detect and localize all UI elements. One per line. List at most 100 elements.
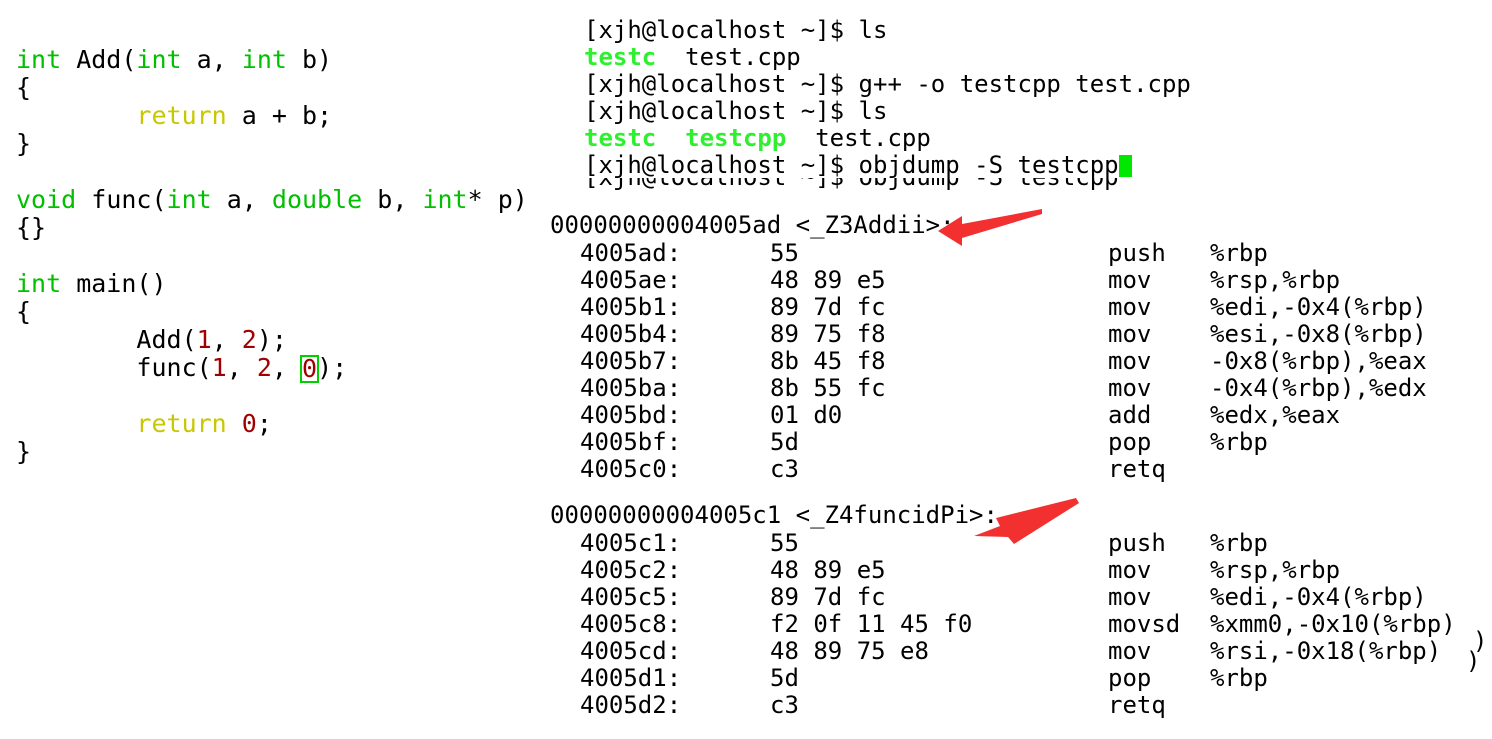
instruction-operands: %edi,-0x4(%rbp) bbox=[1210, 293, 1427, 321]
code-token-5-0: void bbox=[16, 185, 77, 214]
disassembly-row: 4005cd: 48 89 75 e8 mov %rsi,-0x18(%rbp) bbox=[548, 638, 1492, 665]
code-line-6: void func(int a, double b, int* p) bbox=[16, 186, 528, 214]
code-token-11-3: 2 bbox=[256, 353, 272, 382]
code-token-5-6: int bbox=[422, 185, 468, 214]
code-token-1-0: { bbox=[16, 73, 32, 102]
shell-command: g++ -o testcpp test.cpp bbox=[858, 70, 1191, 98]
terminal-window[interactable]: [xjh@localhost ~]$ ls testc test.cpp [xjh@… bbox=[548, 0, 1492, 739]
code-line-7: {} bbox=[16, 214, 46, 242]
ls-entry-0: testc bbox=[584, 124, 657, 152]
instruction-bytes: 5d bbox=[770, 664, 799, 692]
code-token-5-2: int bbox=[166, 185, 212, 214]
terminal-line-2: testc test.cpp bbox=[584, 44, 801, 71]
code-token-11-2: , bbox=[226, 353, 257, 382]
code-line-1: int Add(int a, int b) bbox=[16, 46, 332, 74]
instruction-mnemonic: retq bbox=[1108, 691, 1166, 719]
instruction-address: 4005ae: bbox=[580, 266, 682, 294]
ls-entry-1 bbox=[656, 124, 685, 152]
ls-entry-3: test.cpp bbox=[786, 124, 931, 152]
arrow-to-z4funcidpi bbox=[974, 498, 1079, 544]
instruction-bytes: 8b 55 fc bbox=[770, 374, 886, 402]
code-token-3-0: } bbox=[16, 129, 32, 158]
disassembly-row: 4005b1: 89 7d fc mov %edi,-0x4(%rbp) bbox=[548, 294, 1492, 321]
code-token-2-2: a + b; bbox=[226, 101, 333, 130]
ls-entry-0: testc bbox=[584, 43, 657, 71]
instruction-bytes: c3 bbox=[770, 455, 799, 483]
instruction-operands: %rbp bbox=[1210, 664, 1268, 692]
disassembly-row: 4005ae: 48 89 e5 mov %rsp,%rbp bbox=[548, 267, 1492, 294]
code-token-0-3: a, bbox=[181, 45, 242, 74]
ls-entry-2: testcpp bbox=[685, 124, 787, 152]
instruction-address: 4005b7: bbox=[580, 347, 682, 375]
code-token-10-3: 2 bbox=[241, 325, 257, 354]
code-token-10-0: Add( bbox=[16, 325, 197, 354]
instruction-bytes: 48 89 75 e8 bbox=[770, 637, 929, 665]
code-line-9: int main() bbox=[16, 270, 167, 298]
code-line-4: } bbox=[16, 130, 31, 158]
code-token-0-4: int bbox=[241, 45, 287, 74]
terminal-line-3: [xjh@localhost ~]$ g++ -o testcpp test.c… bbox=[584, 71, 1191, 98]
shell-prompt: [xjh@localhost ~]$ bbox=[584, 70, 859, 98]
instruction-mnemonic: mov bbox=[1108, 374, 1152, 402]
disassembly-symbol-header: 00000000004005c1 <_Z4funcidPi>: bbox=[550, 501, 998, 529]
instruction-address: 4005c5: bbox=[580, 583, 682, 611]
disassembly-row: 4005c0: c3 retq bbox=[548, 456, 1492, 483]
code-line-2: { bbox=[16, 74, 31, 102]
instruction-address: 4005b1: bbox=[580, 293, 682, 321]
instruction-address: 4005bf: bbox=[580, 428, 682, 456]
terminal-line-1: [xjh@localhost ~]$ ls bbox=[584, 17, 887, 44]
code-token-5-4: double bbox=[271, 185, 363, 214]
terminal-cursor bbox=[1118, 155, 1132, 177]
code-token-5-7: * p) bbox=[467, 185, 528, 214]
code-token-8-0: int bbox=[16, 269, 62, 298]
instruction-operands: %edi,-0x4(%rbp) bbox=[1210, 583, 1427, 611]
instruction-address: 4005bd: bbox=[580, 401, 682, 429]
instruction-bytes: 48 89 e5 bbox=[770, 556, 886, 584]
code-token-0-1: Add( bbox=[61, 45, 137, 74]
source-code-editor[interactable]: int Add( int a, int b) { return a + b;} vo… bbox=[0, 0, 540, 739]
instruction-operands: %esi,-0x8(%rbp) bbox=[1210, 320, 1427, 348]
code-token-0-5: b) bbox=[286, 45, 333, 74]
instruction-mnemonic: movsd bbox=[1108, 610, 1181, 638]
code-line-3: return a + b; bbox=[16, 102, 332, 130]
code-token-13-3: 0 bbox=[241, 409, 257, 438]
arrow-to-z3addii bbox=[938, 209, 1042, 246]
instruction-bytes: 01 d0 bbox=[770, 401, 843, 429]
instruction-mnemonic: push bbox=[1108, 529, 1166, 557]
disassembly-row: 4005d2: c3 retq bbox=[548, 692, 1492, 719]
instruction-bytes: f2 0f 11 45 f0 bbox=[770, 610, 973, 638]
terminal-line-6: [xjh@localhost ~]$ objdump -S testcpp bbox=[584, 152, 1132, 179]
disassembly-row: 4005c8: f2 0f 11 45 f0 movsd %xmm0,-0x10(%r… bbox=[548, 611, 1492, 638]
instruction-bytes: 48 89 e5 bbox=[770, 266, 886, 294]
instruction-address: 4005c1: bbox=[580, 529, 682, 557]
instruction-operands: %rbp bbox=[1210, 239, 1268, 267]
code-token-2-0 bbox=[16, 101, 136, 130]
instruction-address: 4005c8: bbox=[580, 610, 682, 638]
disassembly-block-1: 00000000004005ad <_Z3Addii>: 4005ad: 55 pus… bbox=[548, 211, 1492, 483]
instruction-bytes: 89 7d fc bbox=[770, 583, 886, 611]
shell-command: ls bbox=[858, 16, 888, 44]
disassembly-row: 4005bd: 01 d0 add %edx,%eax bbox=[548, 402, 1492, 429]
code-token-10-1: 1 bbox=[196, 325, 212, 354]
code-token-11-5: 0 bbox=[302, 354, 318, 383]
instruction-bytes: 8b 45 f8 bbox=[770, 347, 886, 375]
shell-command: ls bbox=[858, 97, 888, 125]
code-line-15: } bbox=[16, 438, 31, 466]
instruction-mnemonic: mov bbox=[1108, 347, 1152, 375]
instruction-address: 4005c2: bbox=[580, 556, 682, 584]
terminal-line-4: [xjh@localhost ~]$ ls bbox=[584, 98, 887, 125]
clipped-operand-fragment: ) bbox=[1466, 648, 1481, 675]
cursor-highlight-box: 0 bbox=[300, 354, 320, 383]
shell-command: objdump -S testcpp bbox=[858, 151, 1119, 179]
disassembly-row: 4005bf: 5d pop %rbp bbox=[548, 429, 1492, 456]
instruction-mnemonic: mov bbox=[1108, 293, 1152, 321]
instruction-mnemonic: mov bbox=[1108, 266, 1152, 294]
code-token-13-0 bbox=[16, 409, 136, 438]
terminal-line-5: testc testcpp test.cpp bbox=[584, 125, 931, 152]
instruction-mnemonic: push bbox=[1108, 239, 1166, 267]
instruction-address: 4005c0: bbox=[580, 455, 682, 483]
code-token-5-3: a, bbox=[211, 185, 272, 214]
terminal-clipped-line: [xjh@localhost ~]$ objdump -S testcpp bbox=[548, 178, 1492, 191]
disassembly-symbol-header: 00000000004005ad <_Z3Addii>: bbox=[550, 211, 955, 239]
